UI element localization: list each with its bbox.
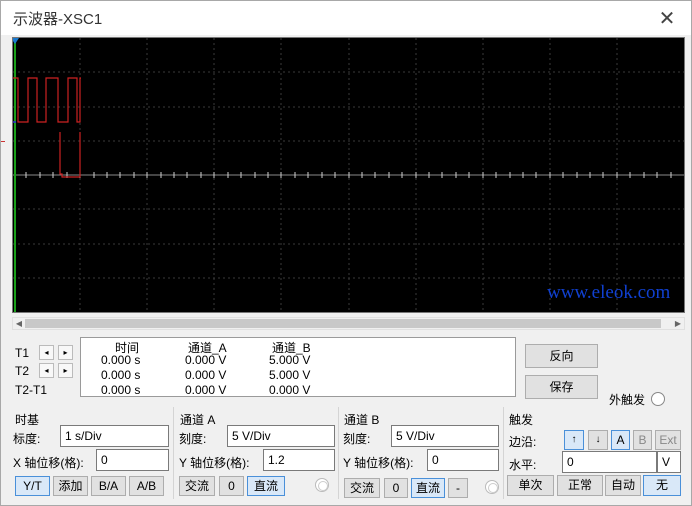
window-title: 示波器-XSC1 [13,11,103,28]
row2-time: 0.000 s [101,368,141,382]
trigger-level-unit[interactable]: V [657,451,681,473]
measurement-readout: 时间 通道_A 通道_B 0.000 s 0.000 V 5.000 V 0.0… [80,337,516,397]
channel-a-ypos-field[interactable]: 1.2 [263,449,335,471]
channel-b-ypos-label: Y 轴位移(格): [343,456,414,470]
trigger-source-ext[interactable]: Ext [655,430,681,450]
t1-left-button[interactable]: ◂ [39,345,54,360]
scroll-right-icon[interactable]: ▶ [672,318,684,329]
row1-time: 0.000 s [101,353,141,367]
cursor-t1-label: T1 [15,346,30,360]
channel-b-zero-button[interactable]: 0 [384,478,408,498]
t2-right-button[interactable]: ▸ [58,363,73,378]
ext-trigger-label: 外触发 [609,393,646,407]
watermark: www.eleok.com [547,282,671,303]
trigger-normal-button[interactable]: 正常 [557,475,603,496]
trigger-title: 触发 [509,413,534,427]
channel-b-minus-button[interactable]: - [448,478,468,498]
falling-edge-icon[interactable]: ↓ [588,430,608,450]
trigger-none-button[interactable]: 无 [643,475,681,496]
row3-time: 0.000 s [101,383,141,397]
channel-b-dc-button[interactable]: 直流 [411,478,445,498]
row2-channel-a: 0.000 V [185,368,227,382]
t2-left-button[interactable]: ◂ [39,363,54,378]
group-divider [173,407,174,499]
scroll-thumb[interactable] [25,319,661,328]
scope-grid [13,38,684,312]
channel-a-title: 通道 A [180,413,216,427]
mode-yt-button[interactable]: Y/T [15,476,50,496]
channel-b-terminal[interactable] [485,480,499,494]
channel-a-trace [13,77,81,123]
channel-a-terminal[interactable] [315,478,329,492]
group-divider [503,407,504,499]
row1-channel-a: 0.000 V [185,353,227,367]
channel-a-ac-button[interactable]: 交流 [179,476,215,496]
save-button[interactable]: 保存 [525,375,598,399]
scroll-left-icon[interactable]: ◀ [13,318,25,329]
channel-b-title: 通道 B [344,413,380,427]
timebase-scale-field[interactable]: 1 s/Div [60,425,169,447]
ext-trigger-terminal[interactable] [651,392,665,406]
timebase-xpos-label: X 轴位移(格): [13,456,84,470]
row2-channel-b: 5.000 V [269,368,311,382]
channel-a-dc-button[interactable]: 直流 [247,476,285,496]
channel-a-scale-label: 刻度: [179,432,207,446]
channel-a-scale-field[interactable]: 5 V/Div [227,425,335,447]
group-divider [338,407,339,499]
row1-channel-b: 5.000 V [269,353,311,367]
channel-b-scale-field[interactable]: 5 V/Div [391,425,499,447]
channel-a-trace-lower [59,132,81,178]
row3-channel-b: 0.000 V [269,383,311,397]
channel-a-ypos-label: Y 轴位移(格): [179,456,250,470]
timebase-xpos-field[interactable]: 0 [96,449,169,471]
horizontal-scrollbar[interactable]: ◀ ▶ [12,317,685,330]
trigger-auto-button[interactable]: 自动 [605,475,641,496]
cursor-t2-label: T2 [15,364,30,378]
rising-edge-icon[interactable]: ↑ [564,430,584,450]
title-bar: 示波器-XSC1 ✕ [1,1,691,35]
close-icon[interactable]: ✕ [657,6,677,31]
cursor-diff-label: T2-T1 [15,383,48,397]
trigger-edge-label: 边沿: [509,435,537,449]
channel-b-ypos-field[interactable]: 0 [427,449,499,471]
trigger-source-a[interactable]: A [611,430,630,450]
channel-a-zero-button[interactable]: 0 [219,476,244,496]
mode-add-button[interactable]: 添加 [53,476,88,496]
edge-wire-mark [1,141,5,142]
scope-display: www.eleok.com [12,37,685,313]
trigger-single-button[interactable]: 单次 [507,475,554,496]
timebase-title: 时基 [15,413,40,427]
trigger-level-label: 水平: [509,458,537,472]
trigger-level-field[interactable]: 0 [562,451,657,473]
trigger-source-b[interactable]: B [633,430,652,450]
reverse-button[interactable]: 反向 [525,344,598,368]
mode-ab-button[interactable]: A/B [129,476,164,496]
oscilloscope-window: 示波器-XSC1 ✕ www.eleok.com ◀ ▶ T1 ◂ ▸ T2 ◂… [0,0,692,506]
channel-b-scale-label: 刻度: [343,432,371,446]
row3-channel-a: 0.000 V [185,383,227,397]
mode-ba-button[interactable]: B/A [91,476,126,496]
timebase-scale-label: 标度: [13,432,41,446]
channel-b-ac-button[interactable]: 交流 [344,478,380,498]
t1-right-button[interactable]: ▸ [58,345,73,360]
